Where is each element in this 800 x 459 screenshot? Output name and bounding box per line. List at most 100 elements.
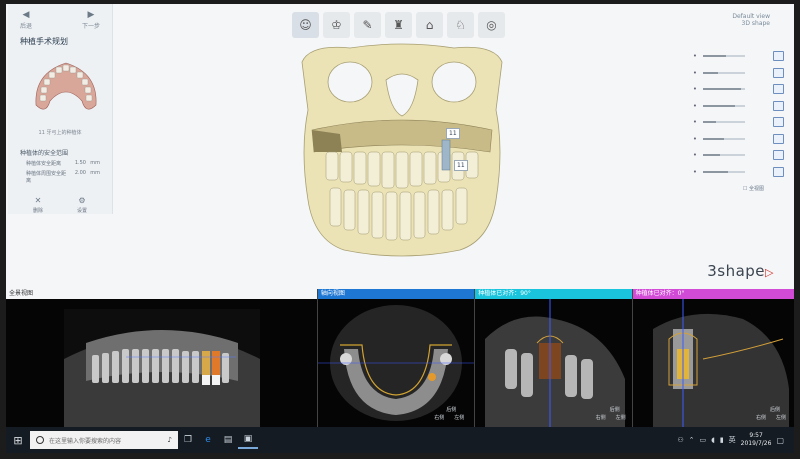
setting-row[interactable]: 种植体安全距离 1.50 mm (8, 157, 112, 167)
axial-image: 后侧 右侧 左侧 (317, 299, 475, 427)
layer-toggle[interactable] (773, 100, 784, 111)
network-icon[interactable]: ▭ (699, 436, 706, 444)
slider-fill (703, 170, 729, 173)
task-view-icon[interactable]: ❐ (178, 431, 198, 449)
drill-icon[interactable]: ♘ (447, 12, 474, 38)
left-panel: ◀ 后退 ▶ 下一步 种植手术规划 11 牙弓上的种植体 种植体的安全范围 种植… (8, 4, 113, 214)
view-label: Default view 3D shape (732, 13, 770, 27)
chevron-up-icon[interactable]: ⌃ (689, 436, 695, 444)
pane-title: 轴向视图 (317, 289, 475, 299)
layer-toggle[interactable] (773, 84, 784, 95)
windows-start-icon[interactable]: ⊞ (6, 434, 30, 447)
cross-section-pane-90[interactable]: 种植体已对齐：90° 后侧 右侧 左侧 (474, 289, 632, 427)
slider-fill (703, 104, 735, 107)
opacity-slider[interactable] (703, 71, 745, 74)
cross-section-image-0: 后侧 右侧 左侧 (633, 299, 794, 427)
system-tray: ⚇ ⌃ ▭ ◖ ▮ 英 9:57 2019/7/26 ▢ (677, 432, 794, 448)
setting-value[interactable]: 1.50 (68, 160, 86, 167)
search-input[interactable]: 在这里输入你要搜索的内容 ♪ (30, 431, 178, 449)
next-button[interactable]: ▶ 下一步 (82, 10, 100, 30)
slider-fill (703, 55, 727, 58)
export-icon[interactable]: ◎ (478, 12, 505, 38)
fullview-toggle[interactable]: ☐ 全视图 (743, 185, 764, 192)
wand-icon: • (692, 68, 698, 77)
axial-pane[interactable]: 轴向视图 后侧 右侧 左侧 (316, 289, 475, 427)
undo-icon: • (692, 167, 698, 176)
app-window: ☺ ♔ ✎ ♜ ⌂ ♘ ◎ Default view 3D shape ◀ 后退… (6, 4, 794, 453)
logo-triangle-icon: ▷ (765, 266, 774, 279)
setting-label: 种植体周围安全距离 (26, 171, 67, 184)
edge-icon[interactable]: e (198, 431, 218, 449)
delete-label: 删除 (32, 208, 43, 214)
tooth-cube-icon: • (692, 101, 698, 110)
back-button[interactable]: ◀ 后退 (20, 10, 32, 30)
volume-icon[interactable]: ◖ (711, 436, 715, 444)
arrow-right-icon: ▶ (87, 10, 95, 20)
orientation-tag: 右侧 (756, 415, 767, 421)
3d-skull-view[interactable] (290, 40, 514, 264)
delete-button[interactable]: ✕ 删除 (33, 196, 43, 214)
layer-toggle[interactable] (773, 51, 784, 62)
pane-title: 种植体已对齐：0° (632, 289, 794, 299)
file-explorer-icon[interactable]: ▤ (218, 431, 238, 449)
panel-actions: ✕ 删除 ⚙ 设置 (8, 184, 112, 214)
setting-value[interactable]: 2.00 (68, 170, 86, 184)
setting-unit: mm (90, 170, 100, 176)
panel-title: 种植手术规划 (20, 37, 68, 46)
layer-toggle[interactable] (773, 117, 784, 128)
orientation-tag: 左侧 (776, 415, 787, 421)
settings-button[interactable]: ⚙ 设置 (77, 196, 87, 214)
brand-name: 3shape (707, 262, 766, 280)
jaw-thumbnail[interactable] (26, 53, 106, 123)
battery-icon[interactable]: ▮ (720, 436, 724, 444)
orientation-tag: 后侧 (609, 407, 620, 413)
gear-icon: ⚙ (78, 196, 86, 205)
opacity-slider[interactable] (703, 55, 745, 58)
taskbar: ⊞ 在这里输入你要搜索的内容 ♪ ❐ e ▤ ▣ ⚇ ⌃ ▭ ◖ ▮ 英 9:5… (6, 427, 794, 453)
clock[interactable]: 9:57 2019/7/26 (741, 432, 772, 448)
implant-label[interactable]: 11 (454, 160, 468, 171)
slider-fill (703, 137, 724, 140)
visibility-slider-row: • (690, 65, 790, 82)
visibility-slider-row: • (690, 114, 790, 131)
arrow-left-icon: ◀ (22, 10, 30, 20)
sleeve-icon[interactable]: ♜ (385, 12, 412, 38)
panorama-pane[interactable]: 全景视图 (6, 289, 317, 427)
panorama-image (6, 299, 317, 427)
opacity-slider[interactable] (703, 88, 745, 91)
opacity-slider[interactable] (703, 104, 745, 107)
opacity-slider[interactable] (703, 137, 745, 140)
mic-icon[interactable]: ♪ (168, 436, 172, 444)
implant-label[interactable]: 11 (446, 128, 460, 139)
patient-icon[interactable]: ☺ (292, 12, 319, 38)
opacity-slider[interactable] (703, 154, 745, 157)
visibility-slider-row: • (690, 98, 790, 115)
layer-toggle[interactable] (773, 150, 784, 161)
notification-icon[interactable]: ▢ (776, 436, 784, 445)
tooth-icon[interactable]: ♔ (323, 12, 350, 38)
orientation-tag: 右侧 (434, 415, 445, 421)
layer-toggle[interactable] (773, 166, 784, 177)
settings-label: 设置 (76, 208, 87, 214)
implant-icon[interactable]: ✎ (354, 12, 381, 38)
next-label: 下一步 (81, 23, 100, 30)
drill-icon: • (692, 151, 698, 160)
back-label: 后退 (20, 23, 33, 30)
opacity-slider[interactable] (703, 170, 745, 173)
delete-icon: ✕ (34, 196, 42, 205)
thumbnail-caption: 11 牙弓上的种植体 (38, 130, 82, 136)
slider-fill (703, 154, 720, 157)
layer-toggle[interactable] (773, 133, 784, 144)
opacity-slider[interactable] (703, 121, 745, 124)
cross-section-image-90: 后侧 右侧 左侧 (475, 299, 631, 427)
nerve-icon: • (692, 134, 698, 143)
visibility-controls: • • • • • • • • (690, 48, 790, 180)
slider-fill (703, 88, 741, 91)
people-icon[interactable]: ⚇ (677, 436, 683, 444)
app-taskbar-icon[interactable]: ▣ (238, 431, 258, 449)
setting-row[interactable]: 种植体周围安全距离 2.00 mm (8, 167, 112, 184)
guide-icon[interactable]: ⌂ (416, 12, 443, 38)
ime-icon[interactable]: 英 (729, 435, 736, 445)
layer-toggle[interactable] (773, 67, 784, 78)
cross-section-pane-0[interactable]: 种植体已对齐：0° 后侧 右侧 左侧 (631, 289, 794, 427)
